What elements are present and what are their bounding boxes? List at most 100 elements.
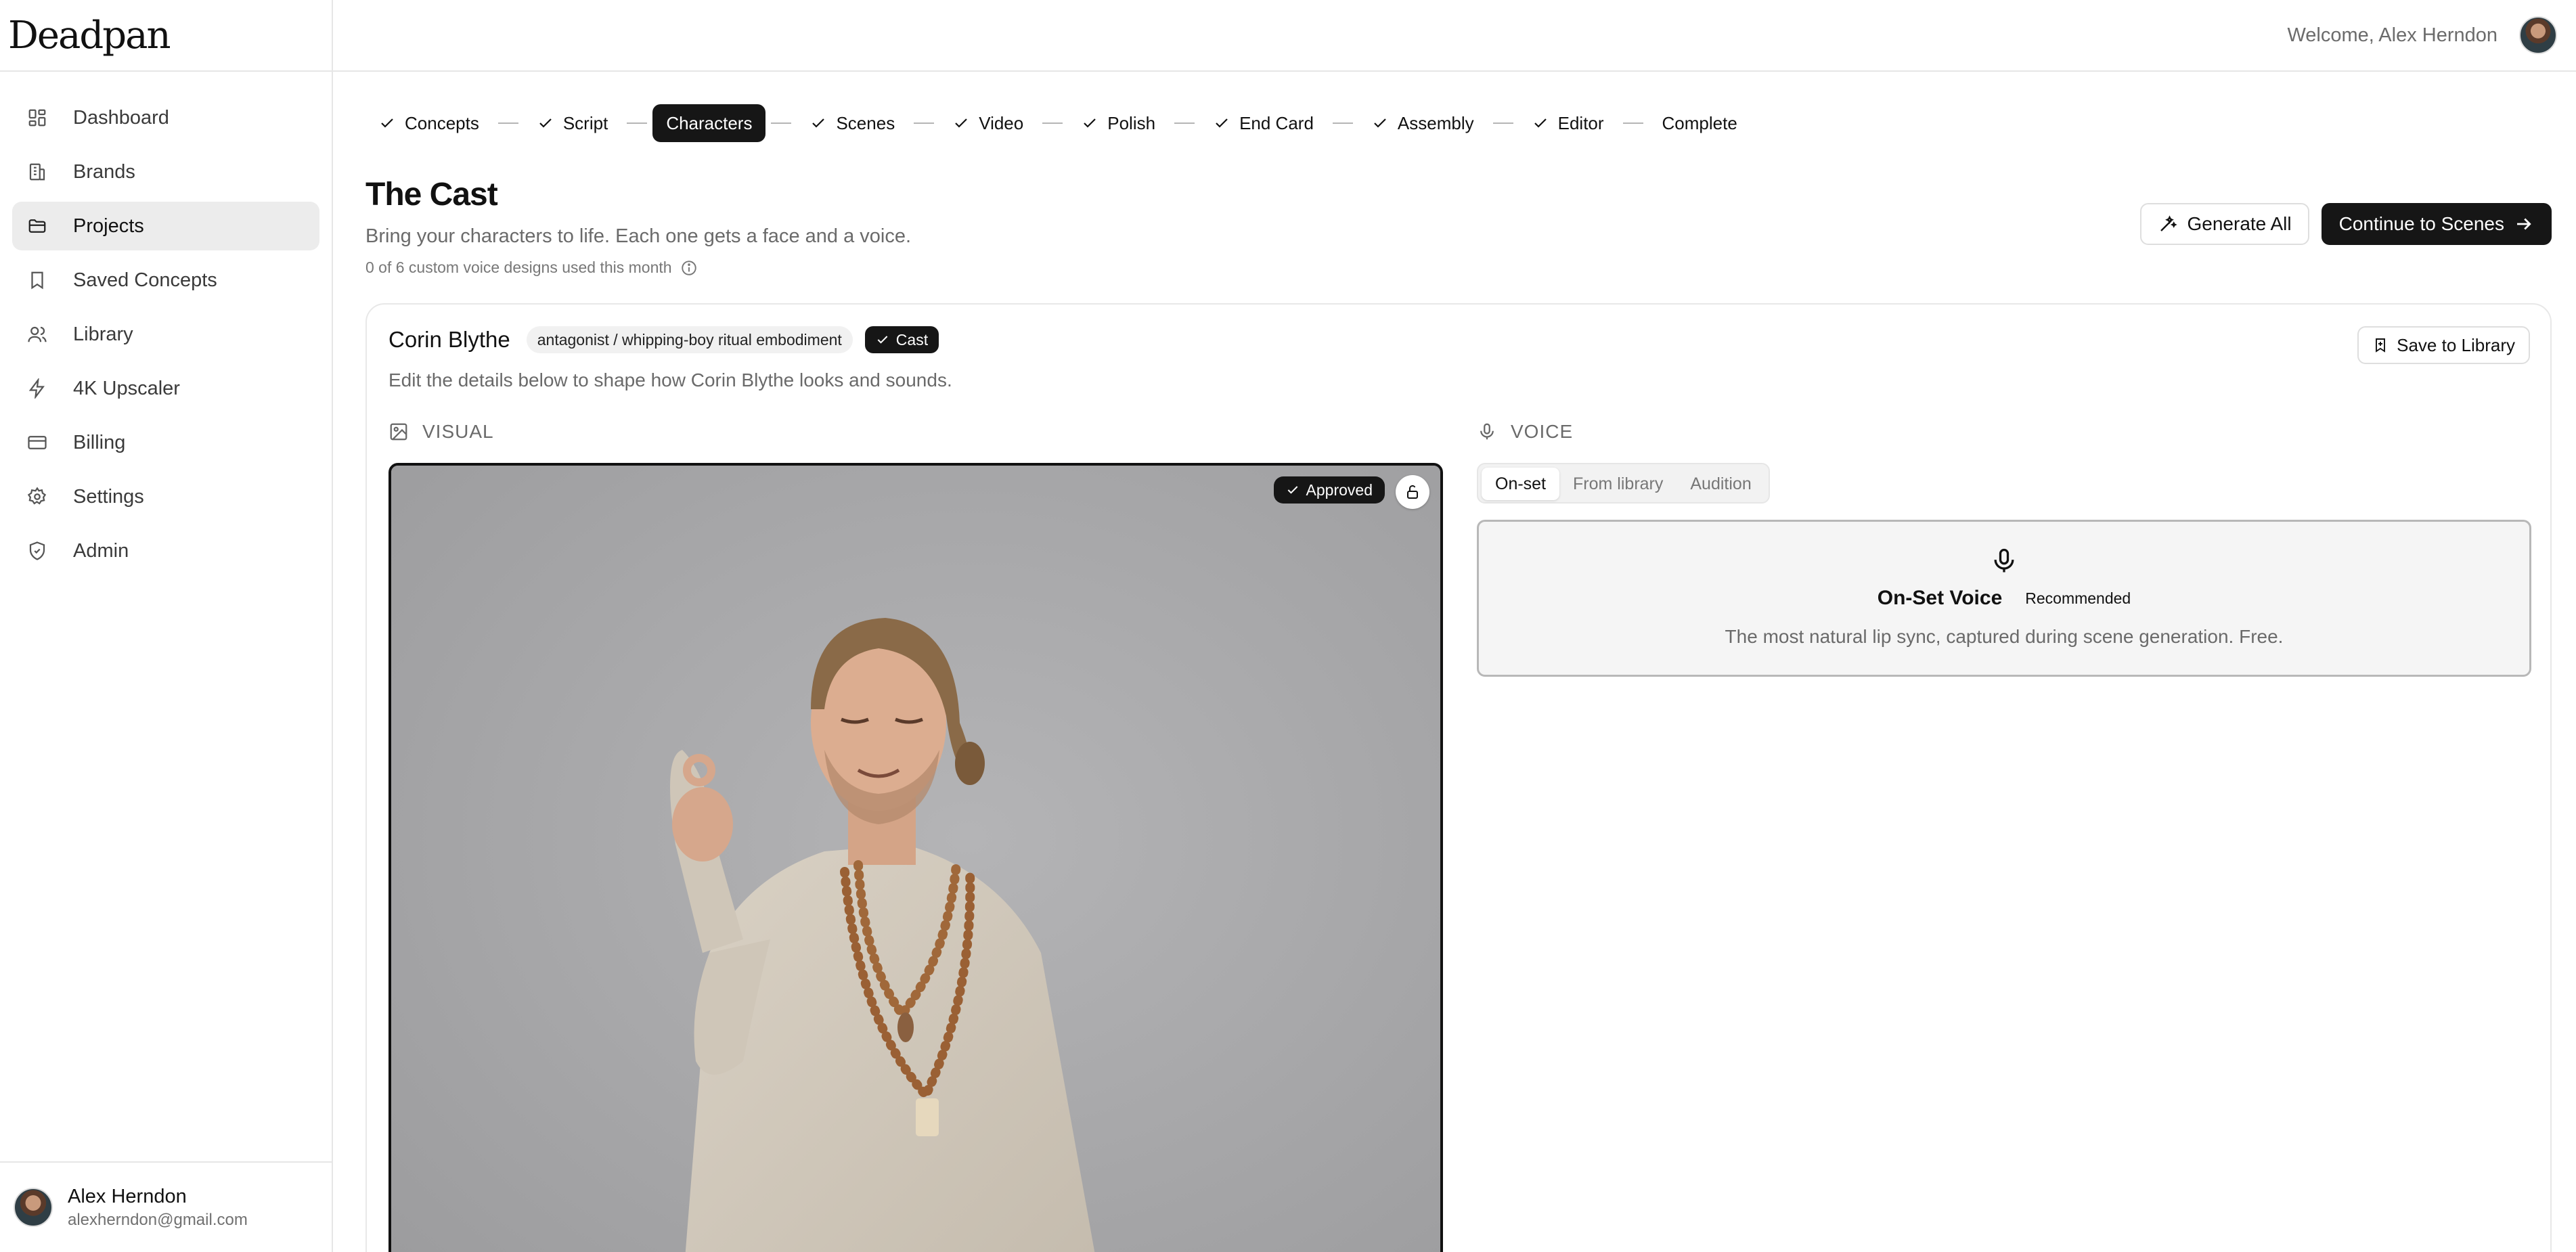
check-icon: [379, 115, 395, 131]
step-connector: [771, 122, 792, 124]
continue-to-scenes-button[interactable]: Continue to Scenes: [2321, 203, 2552, 245]
voice-source-tabs: On-set From library Audition: [1477, 463, 1770, 504]
app-logo[interactable]: Deadpan: [8, 14, 171, 58]
unlock-button[interactable]: [1396, 475, 1429, 509]
page-actions: Generate All Continue to Scenes: [2139, 203, 2552, 245]
save-to-library-button[interactable]: Save to Library: [2357, 326, 2530, 364]
step-complete[interactable]: Complete: [1649, 104, 1751, 142]
sidebar-item-brands[interactable]: Brands: [12, 148, 319, 196]
sidebar-item-label: 4K Upscaler: [73, 377, 180, 399]
check-icon: [1532, 115, 1549, 131]
step-label: Script: [562, 112, 608, 133]
dashboard-icon: [26, 106, 49, 129]
on-set-description: The most natural lip sync, captured duri…: [1725, 626, 2284, 647]
generate-all-button[interactable]: Generate All: [2139, 203, 2309, 245]
step-characters[interactable]: Characters: [652, 104, 766, 142]
microphone-icon: [1480, 423, 1494, 440]
header-avatar[interactable]: [2519, 16, 2557, 54]
step-connector: [1332, 122, 1353, 124]
step-assembly[interactable]: Assembly: [1358, 104, 1488, 142]
step-script[interactable]: Script: [524, 104, 621, 142]
sidebar-item-label: Saved Concepts: [73, 269, 217, 291]
bolt-icon: [26, 377, 49, 400]
sidebar-item-saved-concepts[interactable]: Saved Concepts: [12, 256, 319, 305]
tab-from-library[interactable]: From library: [1559, 468, 1676, 500]
character-name: Corin Blythe: [388, 327, 510, 352]
workflow-stepper: Concepts Script Characters Scenes Video …: [365, 103, 1751, 143]
check-icon: [1082, 115, 1098, 131]
sidebar-item-label: Dashboard: [73, 106, 169, 129]
sidebar-item-billing[interactable]: Billing: [12, 418, 319, 467]
sidebar-item-label: Projects: [73, 215, 144, 237]
generate-all-label: Generate All: [2187, 213, 2292, 234]
step-connector: [1622, 122, 1643, 124]
on-set-title-row: On-Set Voice Recommended: [1479, 587, 2529, 610]
user-info: Alex Herndon alexherndon@gmail.com: [68, 1186, 248, 1230]
page-title: The Cast: [365, 177, 498, 213]
on-set-voice-option[interactable]: On-Set Voice Recommended The most natura…: [1477, 520, 2531, 677]
step-label: Video: [979, 112, 1024, 133]
sidebar-item-settings[interactable]: Settings: [12, 472, 319, 521]
page-header: The Cast Bring your characters to life. …: [365, 176, 911, 277]
tab-on-set[interactable]: On-set: [1482, 468, 1560, 500]
gear-icon: [26, 485, 49, 508]
cast-badge: Cast: [864, 326, 939, 353]
tab-audition[interactable]: Audition: [1676, 468, 1764, 500]
sidebar-item-library[interactable]: Library: [12, 310, 319, 359]
sidebar-item-admin[interactable]: Admin: [12, 527, 319, 575]
sidebar: Deadpan Dashboard Brands Projects Saved …: [0, 0, 333, 1252]
step-polish[interactable]: Polish: [1068, 104, 1169, 142]
voice-section-label: VOICE: [1477, 421, 1573, 443]
check-icon: [1372, 115, 1388, 131]
character-header: Corin Blythe antagonist / whipping-boy r…: [388, 326, 939, 353]
character-portrait[interactable]: Approved: [388, 463, 1443, 1252]
step-concepts[interactable]: Concepts: [365, 104, 493, 142]
credit-card-icon: [26, 431, 49, 454]
step-connector: [1042, 122, 1063, 124]
step-end-card[interactable]: End Card: [1200, 104, 1327, 142]
sidebar-item-label: Brands: [73, 160, 135, 183]
check-icon: [1287, 486, 1297, 494]
avatar: [14, 1188, 53, 1227]
on-set-title: On-Set Voice: [1877, 587, 2003, 609]
step-connector: [914, 122, 935, 124]
user-profile[interactable]: Alex Herndon alexherndon@gmail.com: [0, 1161, 332, 1252]
step-scenes[interactable]: Scenes: [797, 104, 908, 142]
visual-section-label: VISUAL: [388, 421, 494, 443]
magic-wand-icon: [2160, 215, 2177, 231]
check-icon: [953, 115, 969, 131]
bookmark-plus-icon: [2376, 338, 2386, 353]
check-icon: [810, 115, 826, 131]
sidebar-item-4k-upscaler[interactable]: 4K Upscaler: [12, 364, 319, 413]
unlock-icon: [1407, 485, 1418, 499]
logo-row: Deadpan: [0, 0, 332, 72]
sidebar-item-label: Library: [73, 323, 133, 345]
shield-icon: [26, 539, 49, 562]
step-connector: [497, 122, 518, 124]
role-chip: antagonist / whipping-boy ritual embodim…: [526, 326, 853, 353]
character-card: Corin Blythe antagonist / whipping-boy r…: [365, 303, 2552, 1252]
folder-icon: [26, 215, 49, 238]
step-video[interactable]: Video: [939, 104, 1037, 142]
character-description: Edit the details below to shape how Cori…: [388, 370, 952, 390]
step-label: Complete: [1662, 112, 1737, 133]
welcome-text: Welcome, Alex Herndon: [2287, 24, 2497, 46]
step-editor[interactable]: Editor: [1519, 104, 1618, 142]
step-connector: [1174, 122, 1195, 124]
top-bar: Welcome, Alex Herndon: [333, 0, 2576, 72]
users-icon: [26, 323, 49, 346]
check-icon: [877, 336, 888, 344]
arrow-right-icon: [2517, 218, 2531, 230]
step-label: Editor: [1557, 112, 1604, 133]
sidebar-item-label: Settings: [73, 485, 144, 508]
info-icon[interactable]: [680, 259, 698, 277]
sidebar-nav: Dashboard Brands Projects Saved Concepts…: [0, 72, 332, 575]
check-icon: [537, 115, 554, 131]
step-label: Concepts: [405, 112, 479, 133]
image-icon: [390, 423, 407, 441]
page-subtitle: Bring your characters to life. Each one …: [365, 225, 912, 247]
visual-label: VISUAL: [422, 421, 494, 442]
sidebar-item-dashboard[interactable]: Dashboard: [12, 93, 319, 142]
sidebar-item-projects[interactable]: Projects: [12, 202, 319, 250]
check-icon: [1214, 115, 1230, 131]
